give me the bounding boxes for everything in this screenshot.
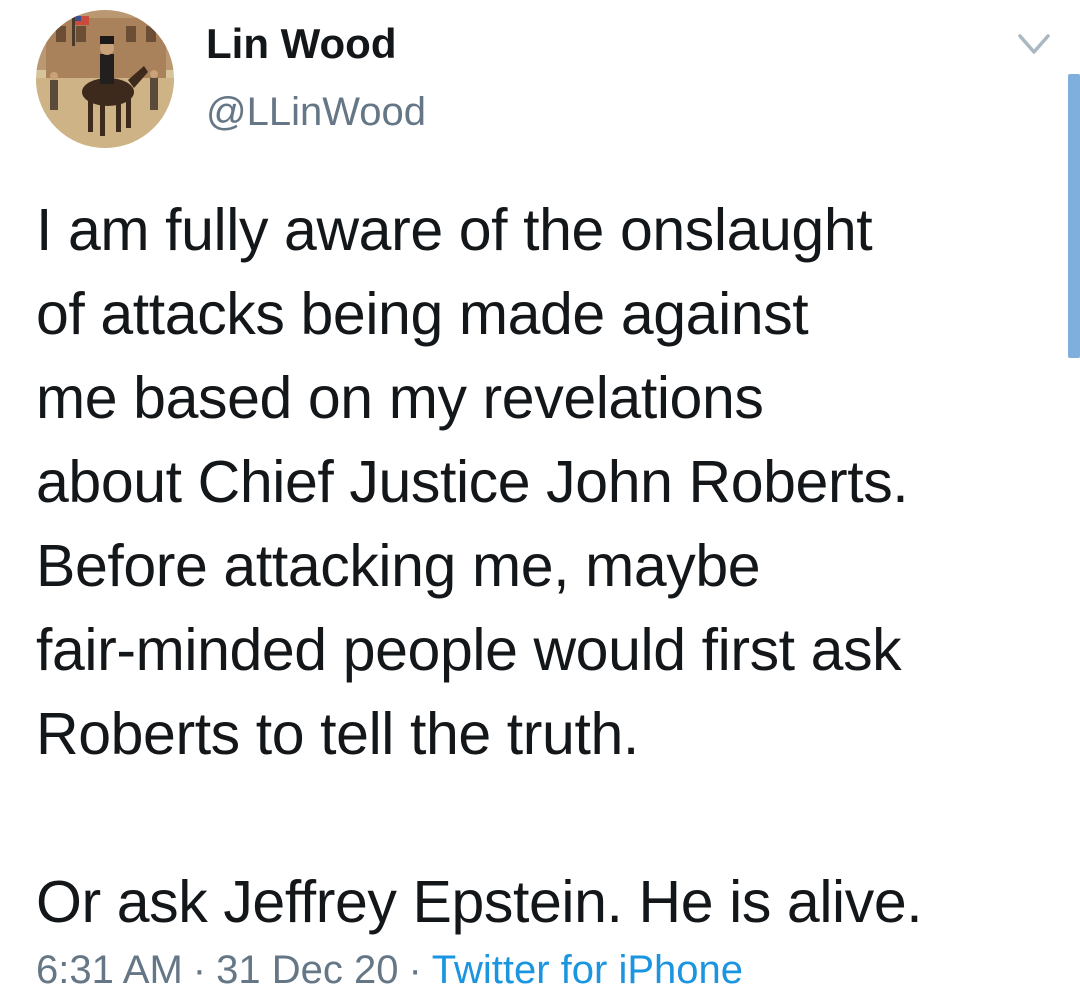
- tweet-time[interactable]: 6:31 AM: [36, 948, 183, 992]
- tweet-source-link[interactable]: Twitter for iPhone: [432, 948, 743, 992]
- scrollbar-thumb[interactable]: [1068, 74, 1080, 358]
- tweet-metadata: 6:31 AM · 31 Dec 20 · Twitter for iPhone: [36, 944, 743, 996]
- profile-avatar[interactable]: [36, 10, 174, 148]
- chevron-down-icon[interactable]: [1012, 26, 1056, 66]
- tweet-text: I am fully aware of the onslaught of att…: [36, 197, 923, 935]
- meta-separator: ·: [192, 948, 207, 992]
- tweet-date[interactable]: 31 Dec 20: [216, 948, 398, 992]
- avatar-painting-icon: [36, 10, 174, 148]
- tweet-card: Lin Wood @LLinWood I am fully aware of t…: [0, 0, 1080, 995]
- display-name[interactable]: Lin Wood: [206, 18, 397, 70]
- meta-separator: ·: [408, 948, 422, 992]
- user-handle[interactable]: @LLinWood: [206, 86, 426, 138]
